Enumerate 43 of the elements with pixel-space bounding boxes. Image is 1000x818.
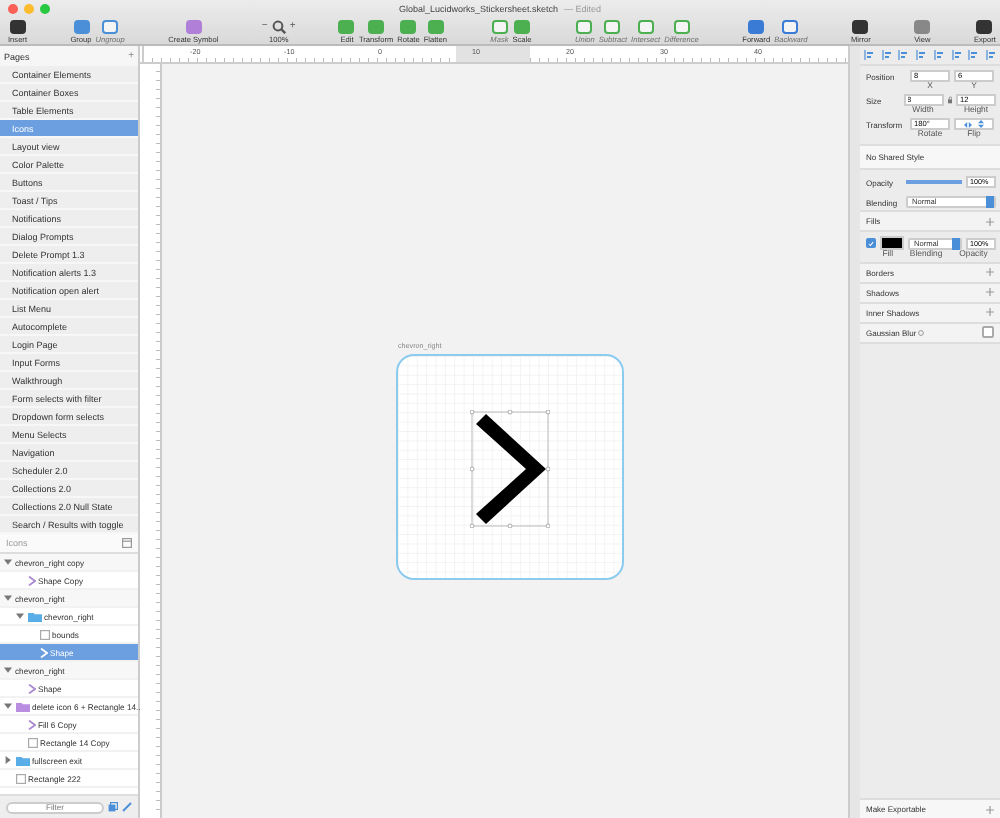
folder-icon bbox=[15, 755, 29, 765]
shape-icon bbox=[27, 683, 35, 693]
alignment-icon[interactable] bbox=[881, 50, 892, 60]
search-icon bbox=[271, 19, 286, 33]
disclosure-triangle-icon[interactable] bbox=[16, 612, 24, 620]
disclosure-triangle-icon[interactable] bbox=[4, 594, 12, 602]
collapse-icon[interactable] bbox=[122, 538, 132, 548]
shape-icon bbox=[27, 719, 35, 729]
artboard[interactable] bbox=[396, 354, 624, 580]
rectangle-icon bbox=[39, 629, 49, 639]
close-button[interactable] bbox=[8, 4, 18, 14]
alignment-icon[interactable] bbox=[933, 50, 944, 60]
alignment-icon[interactable] bbox=[916, 50, 927, 60]
flip-horizontal-icon[interactable] bbox=[964, 121, 972, 127]
alignment-icon[interactable] bbox=[968, 50, 979, 60]
add-icon[interactable] bbox=[986, 308, 994, 317]
alignment-icon[interactable] bbox=[986, 50, 997, 60]
shape-icon bbox=[27, 575, 35, 585]
chevron-shape[interactable] bbox=[470, 410, 550, 528]
disclosure-triangle-icon[interactable] bbox=[4, 756, 12, 764]
blur-checkbox[interactable] bbox=[982, 326, 994, 339]
disclosure-triangle-icon[interactable] bbox=[4, 666, 12, 674]
fill-checkbox[interactable] bbox=[866, 238, 876, 248]
add-icon[interactable] bbox=[986, 805, 994, 813]
add-icon[interactable] bbox=[986, 288, 994, 297]
add-icon[interactable] bbox=[986, 217, 994, 225]
shape-icon bbox=[39, 647, 47, 657]
flip-vertical-icon[interactable] bbox=[978, 120, 984, 128]
zoom-button[interactable] bbox=[40, 4, 50, 14]
alignment-icon[interactable] bbox=[951, 50, 962, 60]
alignment-icon[interactable] bbox=[898, 50, 909, 60]
info-icon bbox=[918, 329, 925, 336]
color-swatch[interactable] bbox=[880, 236, 904, 250]
rectangle-icon bbox=[27, 737, 37, 747]
add-icon[interactable] bbox=[986, 268, 994, 277]
disclosure-triangle-icon[interactable] bbox=[4, 702, 12, 710]
alignment-icon[interactable] bbox=[863, 50, 874, 60]
folder-icon bbox=[15, 701, 29, 711]
layers-icon[interactable] bbox=[108, 802, 118, 812]
rectangle-icon bbox=[15, 773, 25, 783]
lock-icon[interactable] bbox=[947, 96, 952, 104]
disclosure-triangle-icon[interactable] bbox=[4, 558, 12, 566]
pencil-icon[interactable] bbox=[122, 802, 132, 812]
